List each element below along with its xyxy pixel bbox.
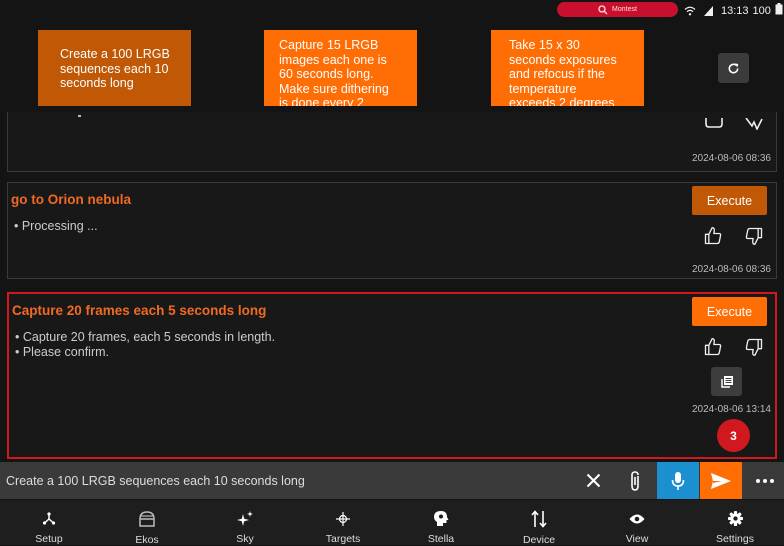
send-button[interactable] <box>700 462 742 499</box>
attach-button[interactable] <box>620 462 650 499</box>
thumbs-up-icon <box>705 118 723 128</box>
refresh-button[interactable] <box>718 53 749 83</box>
nav-ekos[interactable]: Ekos <box>98 500 196 546</box>
copy-button[interactable] <box>711 367 742 396</box>
nav-label: Targets <box>325 533 361 545</box>
card-text-remnant <box>78 115 81 117</box>
nav-label: Setup <box>35 533 63 545</box>
refresh-icon <box>728 62 739 73</box>
targets-icon <box>336 510 350 527</box>
more-icon <box>756 478 774 483</box>
setup-icon <box>42 510 56 527</box>
nav-label: Stella <box>427 533 455 545</box>
nav-label: Ekos <box>135 534 159 546</box>
wifi-icon <box>684 6 696 16</box>
thumbs-down-icon <box>745 118 763 130</box>
nav-setup[interactable]: Setup <box>0 500 98 545</box>
timestamp: 2024-08-06 13:14 <box>692 404 771 415</box>
nav-stella[interactable]: Stella <box>392 500 490 545</box>
nav-view[interactable]: View <box>588 500 686 545</box>
message-card: go to Orion nebula • Processing ... Exec… <box>7 182 777 279</box>
nav-sky[interactable]: Sky <box>196 500 294 545</box>
thumbs-up-icon <box>704 338 722 356</box>
copy-icon <box>720 375 733 388</box>
message-card-selected: Capture 20 frames each 5 seconds long • … <box>7 292 777 459</box>
message-card: 2024-08-06 08:36 <box>7 112 777 172</box>
nav-label: Sky <box>236 533 254 545</box>
thumbs-down-icon <box>745 338 763 356</box>
chat-input-bar <box>0 462 784 499</box>
nav-label: Settings <box>716 533 754 545</box>
clear-button[interactable] <box>576 462 610 499</box>
thumbs-down-icon <box>745 227 763 245</box>
suggestion-chips: Create a 100 LRGB sequences each 10 seco… <box>0 30 784 110</box>
nav-label: View <box>625 533 649 545</box>
nav-device[interactable]: Device <box>490 500 588 546</box>
card-line: • Processing ... <box>14 219 98 233</box>
nav-label: Device <box>522 534 556 546</box>
view-icon <box>629 510 645 527</box>
thumbs-up-button[interactable] <box>703 226 723 246</box>
suggestion-chip[interactable]: Capture 15 LRGB images each one is 60 se… <box>264 30 417 106</box>
signal-icon <box>704 5 713 16</box>
chat-input[interactable] <box>0 462 570 499</box>
stella-icon <box>433 510 449 527</box>
card-line: • Please confirm. <box>15 345 109 359</box>
card-body: • Processing ... <box>14 219 98 234</box>
thumbs-down-button[interactable] <box>745 118 763 130</box>
sky-icon <box>237 510 253 527</box>
bottom-navigation: Setup Ekos Sky Targets Stella Device Vie… <box>0 500 784 546</box>
more-button[interactable] <box>748 462 782 499</box>
thumbs-up-button[interactable] <box>703 337 723 357</box>
status-bar: Мontest 13:13 100 <box>0 0 784 22</box>
nav-targets[interactable]: Targets <box>294 500 392 545</box>
thumbs-up-button[interactable] <box>705 118 723 128</box>
search-icon <box>598 4 608 14</box>
mic-button[interactable] <box>657 462 699 499</box>
record-label: Мontest <box>612 6 637 13</box>
close-icon <box>586 473 600 488</box>
unread-badge[interactable]: 3 <box>717 419 750 452</box>
card-body: • Capture 20 frames, each 5 seconds in l… <box>15 330 275 360</box>
card-line: • Capture 20 frames, each 5 seconds in l… <box>15 330 276 344</box>
timestamp: 2024-08-06 08:36 <box>692 153 771 164</box>
suggestion-chip[interactable]: Take 15 x 30 seconds exposures and refoc… <box>491 30 644 106</box>
clock: 13:13 <box>721 4 749 17</box>
card-title: go to Orion nebula <box>11 192 131 207</box>
battery-icon <box>775 3 783 18</box>
execute-button[interactable]: Execute <box>692 297 767 326</box>
nav-settings[interactable]: Settings <box>686 500 784 545</box>
settings-icon <box>727 510 743 527</box>
thumbs-down-button[interactable] <box>744 337 764 357</box>
thumbs-up-icon <box>704 227 722 245</box>
thumbs-down-button[interactable] <box>744 226 764 246</box>
microphone-icon <box>671 471 685 490</box>
ekos-icon <box>138 510 156 528</box>
suggestion-chip[interactable]: Create a 100 LRGB sequences each 10 seco… <box>38 30 191 106</box>
card-title: Capture 20 frames each 5 seconds long <box>12 303 267 318</box>
paperclip-icon <box>631 470 639 491</box>
device-icon <box>531 510 547 528</box>
execute-button[interactable]: Execute <box>692 186 767 215</box>
battery-level: 100 <box>752 4 771 17</box>
send-icon <box>711 472 731 489</box>
record-indicator[interactable]: Мontest <box>557 2 678 17</box>
timestamp: 2024-08-06 08:36 <box>692 264 771 275</box>
